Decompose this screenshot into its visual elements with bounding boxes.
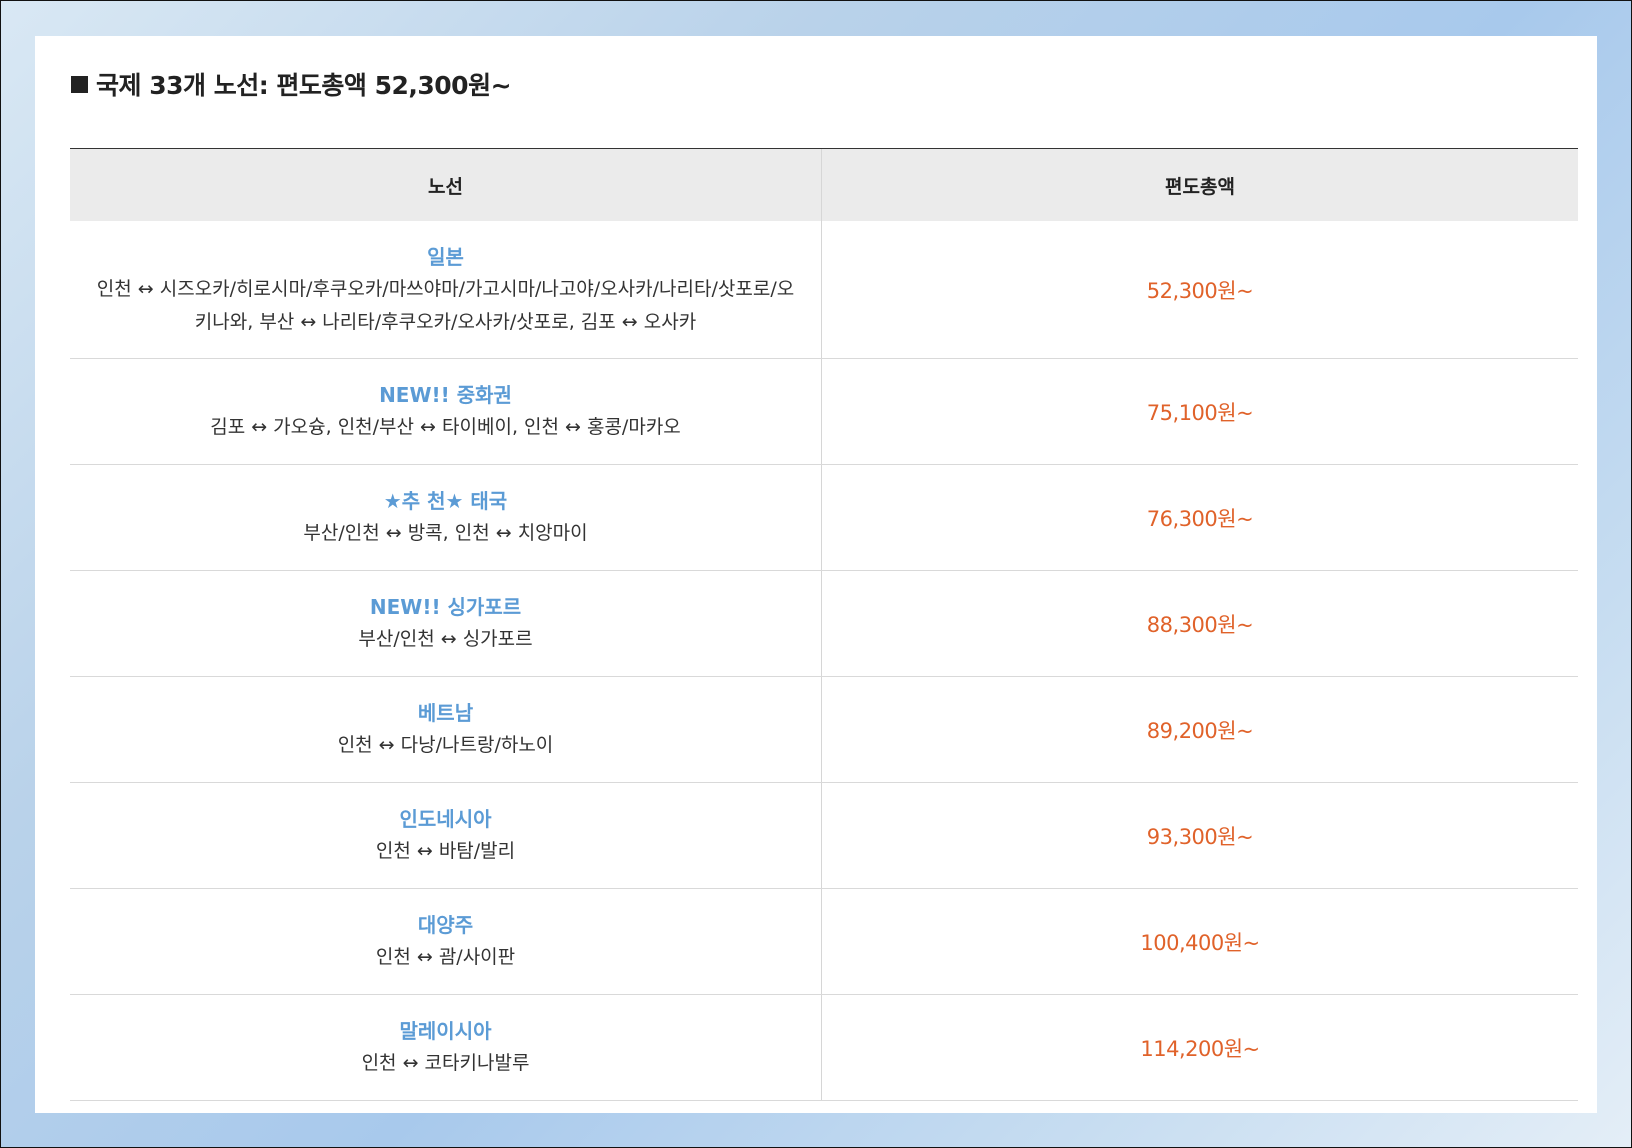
fare-price: 75,100원~ [1146,400,1254,425]
fare-table: 노선 편도총액 일본 인천 ↔ 시즈오카/히로시마/후쿠오카/마쓰야마/가고시마… [70,148,1578,1101]
table-row: 말레이시아 인천 ↔ 코타키나발루 114,200원~ [70,995,1578,1101]
fare-price: 100,400원~ [1140,930,1260,955]
region-name: ★추 천★ 태국 [383,489,508,513]
square-bullet-icon [71,75,88,93]
region-name: 말레이시아 [399,1019,492,1043]
header-route: 노선 [70,149,822,221]
region-name: 인도네시아 [399,807,492,831]
price-cell: 75,100원~ [822,359,1578,464]
price-cell: 89,200원~ [822,677,1578,782]
table-header: 노선 편도총액 [70,149,1578,221]
route-list: 인천 ↔ 코타키나발루 [361,1052,530,1074]
table-row: 일본 인천 ↔ 시즈오카/히로시마/후쿠오카/마쓰야마/가고시마/나고야/오사카… [70,221,1578,359]
price-cell: 93,300원~ [822,783,1578,888]
header-price: 편도총액 [1165,175,1235,198]
route-cell: NEW!! 싱가포르 부산/인천 ↔ 싱가포르 [70,571,822,676]
table-row: 인도네시아 인천 ↔ 바탐/발리 93,300원~ [70,783,1578,889]
route-cell: 일본 인천 ↔ 시즈오카/히로시마/후쿠오카/마쓰야마/가고시마/나고야/오사카… [70,221,822,358]
route-cell: 베트남 인천 ↔ 다낭/나트랑/하노이 [70,677,822,782]
section-heading: 국제 33개 노선: 편도총액 52,300원~ [71,66,512,102]
fare-price: 89,200원~ [1146,718,1254,743]
route-cell: 말레이시아 인천 ↔ 코타키나발루 [70,995,822,1100]
region-name: 베트남 [417,701,474,725]
table-row: NEW!! 싱가포르 부산/인천 ↔ 싱가포르 88,300원~ [70,571,1578,677]
price-cell: 52,300원~ [822,221,1578,358]
fare-price: 93,300원~ [1146,824,1254,849]
price-cell: 88,300원~ [822,571,1578,676]
route-cell: 인도네시아 인천 ↔ 바탐/발리 [70,783,822,888]
fare-price: 52,300원~ [1146,278,1254,303]
route-list: 인천 ↔ 시즈오카/히로시마/후쿠오카/마쓰야마/가고시마/나고야/오사카/나리… [96,277,795,333]
region-name: NEW!! 싱가포르 [369,595,522,619]
fare-price: 76,300원~ [1146,506,1254,531]
region-name: NEW!! 중화권 [379,383,512,407]
route-list: 인천 ↔ 괌/사이판 [375,946,516,968]
price-cell: 76,300원~ [822,465,1578,570]
region-name: 대양주 [417,913,474,937]
table-row: 대양주 인천 ↔ 괌/사이판 100,400원~ [70,889,1578,995]
route-cell: ★추 천★ 태국 부산/인천 ↔ 방콕, 인천 ↔ 치앙마이 [70,465,822,570]
route-list: 인천 ↔ 바탐/발리 [375,840,516,862]
table-row: NEW!! 중화권 김포 ↔ 가오슝, 인천/부산 ↔ 타이베이, 인천 ↔ 홍… [70,359,1578,465]
route-list: 부산/인천 ↔ 싱가포르 [358,628,533,650]
route-cell: NEW!! 중화권 김포 ↔ 가오슝, 인천/부산 ↔ 타이베이, 인천 ↔ 홍… [70,359,822,464]
content-panel: 국제 33개 노선: 편도총액 52,300원~ 노선 편도총액 일본 인천 ↔… [35,36,1597,1113]
route-list: 김포 ↔ 가오슝, 인천/부산 ↔ 타이베이, 인천 ↔ 홍콩/마카오 [210,416,681,438]
route-list: 인천 ↔ 다낭/나트랑/하노이 [337,734,554,756]
price-cell: 114,200원~ [822,995,1578,1100]
fare-price: 88,300원~ [1146,612,1254,637]
region-name: 일본 [427,244,464,269]
table-row: ★추 천★ 태국 부산/인천 ↔ 방콕, 인천 ↔ 치앙마이 76,300원~ [70,465,1578,571]
route-cell: 대양주 인천 ↔ 괌/사이판 [70,889,822,994]
route-list: 부산/인천 ↔ 방콕, 인천 ↔ 치앙마이 [303,522,588,544]
table-row: 베트남 인천 ↔ 다낭/나트랑/하노이 89,200원~ [70,677,1578,783]
section-title: 국제 33개 노선: 편도총액 52,300원~ [96,71,512,100]
price-cell: 100,400원~ [822,889,1578,994]
fare-price: 114,200원~ [1140,1036,1260,1061]
